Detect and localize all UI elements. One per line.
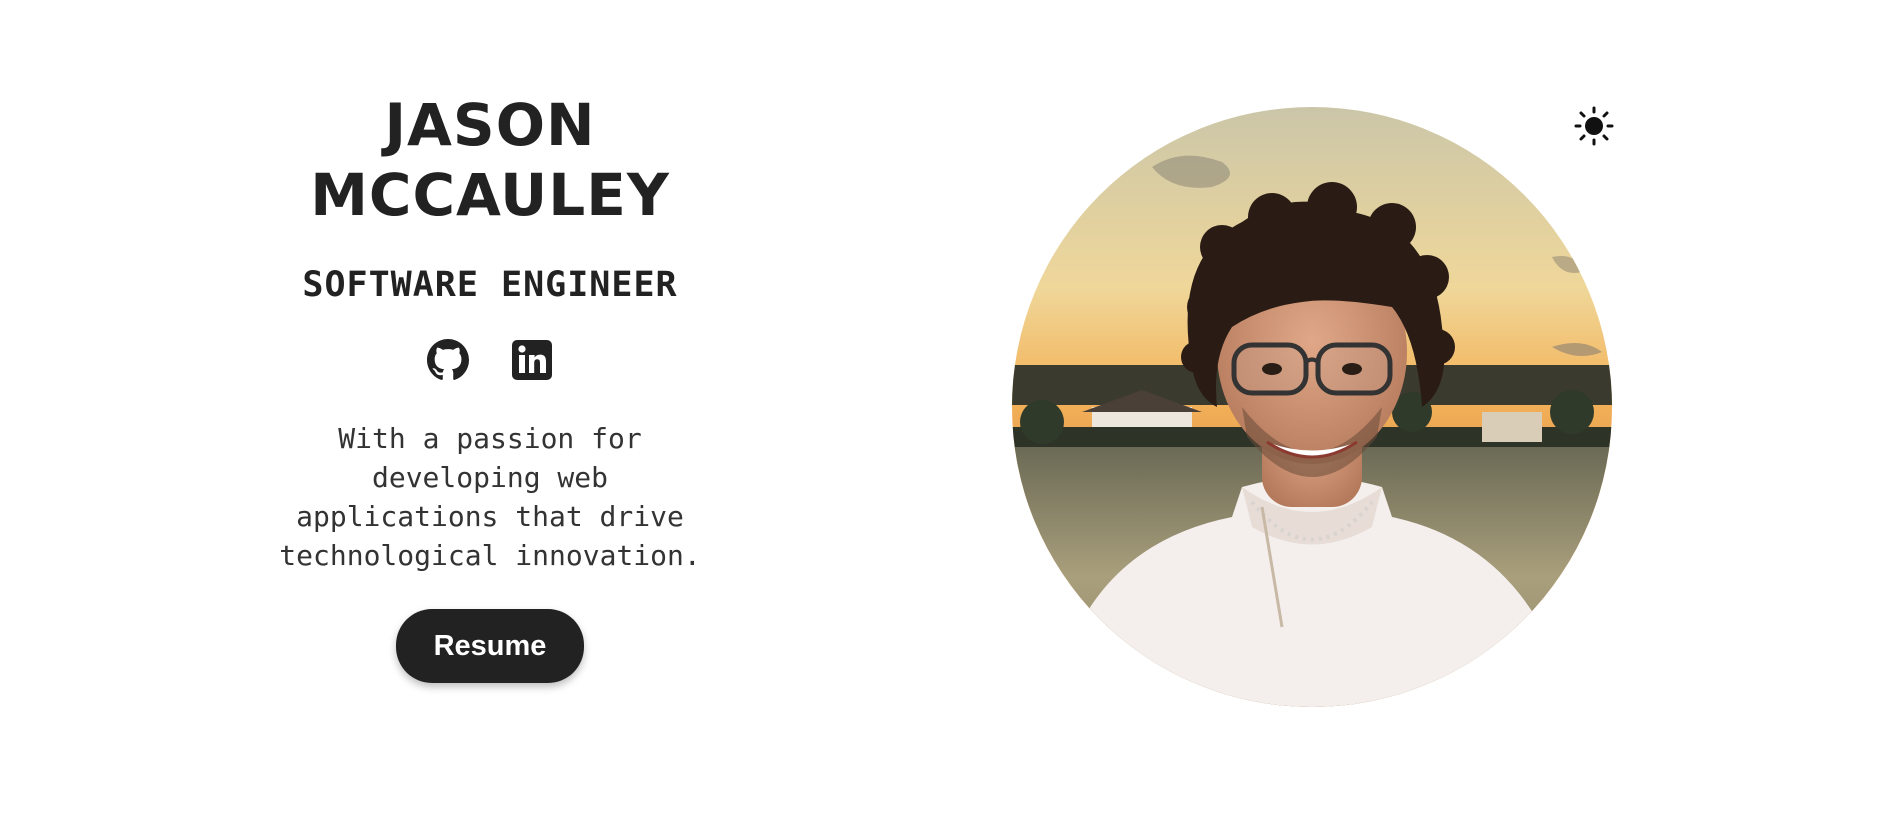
hero-section: JASON MCCAULEY SOFTWARE ENGINEER With a … — [240, 90, 740, 683]
github-link[interactable] — [427, 339, 469, 381]
social-links — [427, 339, 553, 381]
job-title: SOFTWARE ENGINEER — [302, 265, 678, 305]
name-first: JASON — [384, 91, 596, 159]
resume-button[interactable]: Resume — [396, 609, 584, 683]
page-title: JASON MCCAULEY — [310, 90, 670, 230]
profile-photo — [1012, 107, 1612, 707]
sun-icon — [1574, 106, 1614, 146]
linkedin-icon — [512, 340, 552, 380]
theme-toggle-button[interactable] — [1574, 106, 1614, 146]
profile-photo-illustration — [1012, 107, 1612, 707]
name-last: MCCAULEY — [310, 161, 670, 229]
linkedin-link[interactable] — [511, 339, 553, 381]
github-icon — [427, 339, 469, 380]
bio-text: With a passion for developing web applic… — [279, 422, 701, 572]
